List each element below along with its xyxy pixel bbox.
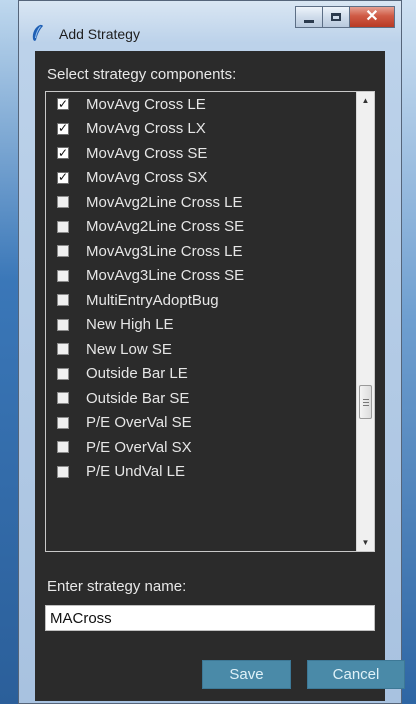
- list-item[interactable]: MovAvg3Line Cross LE: [46, 239, 358, 264]
- component-checkbox[interactable]: ✓: [57, 170, 69, 185]
- component-checkbox[interactable]: ✓: [57, 96, 69, 111]
- window-title: Add Strategy: [59, 26, 140, 42]
- components-items: ✓ MovAvg Cross LE ✓ MovAvg Cross LX ✓ MovAvg …: [46, 92, 358, 484]
- minimize-button[interactable]: [295, 6, 323, 28]
- cancel-button[interactable]: Cancel: [307, 660, 405, 689]
- list-item[interactable]: MovAvg2Line Cross SE: [46, 215, 358, 240]
- component-label: P/E OverVal SE: [86, 414, 192, 432]
- component-checkbox[interactable]: [57, 465, 69, 478]
- component-checkbox[interactable]: [57, 367, 69, 380]
- component-checkbox[interactable]: [57, 294, 69, 307]
- checkmark-icon: ✓: [57, 170, 69, 185]
- list-item[interactable]: New Low SE: [46, 337, 358, 362]
- component-checkbox[interactable]: [57, 220, 69, 233]
- list-item[interactable]: P/E UndVal LE: [46, 460, 358, 485]
- component-label: MovAvg3Line Cross SE: [86, 267, 245, 285]
- maximize-icon: [331, 13, 341, 21]
- component-label: New Low SE: [86, 340, 172, 358]
- list-item[interactable]: Outside Bar SE: [46, 386, 358, 411]
- list-item[interactable]: ✓ MovAvg Cross SX: [46, 166, 358, 191]
- component-label: MovAvg2Line Cross LE: [86, 193, 243, 211]
- close-icon: ✕: [365, 8, 379, 25]
- list-item[interactable]: ✓ MovAvg Cross SE: [46, 141, 358, 166]
- close-button[interactable]: ✕: [349, 6, 395, 28]
- scroll-down-icon[interactable]: ▼: [357, 534, 374, 551]
- grip-icon: [362, 398, 369, 406]
- component-checkbox[interactable]: [57, 269, 69, 282]
- strategy-name-label: Enter strategy name:: [47, 578, 187, 595]
- list-item[interactable]: P/E OverVal SE: [46, 411, 358, 436]
- component-label: MovAvg2Line Cross SE: [86, 218, 245, 236]
- component-checkbox[interactable]: [57, 318, 69, 331]
- component-checkbox[interactable]: [57, 416, 69, 429]
- component-label: Outside Bar SE: [86, 389, 190, 407]
- app-logo-icon: [32, 24, 43, 41]
- component-checkbox[interactable]: [57, 343, 69, 356]
- list-item[interactable]: P/E OverVal SX: [46, 435, 358, 460]
- checkmark-icon: ✓: [57, 145, 69, 160]
- component-checkbox[interactable]: [57, 196, 69, 209]
- desktop-background-right: [402, 0, 416, 704]
- component-label: MultiEntryAdoptBug: [86, 291, 219, 309]
- list-item[interactable]: ✓ MovAvg Cross LE: [46, 92, 358, 117]
- minimize-icon: [304, 19, 314, 23]
- component-label: MovAvg Cross LX: [86, 120, 206, 138]
- component-checkbox[interactable]: [57, 392, 69, 405]
- component-label: New High LE: [86, 316, 174, 334]
- scroll-up-icon[interactable]: ▲: [357, 92, 374, 109]
- list-item[interactable]: New High LE: [46, 313, 358, 338]
- list-item[interactable]: MovAvg3Line Cross SE: [46, 264, 358, 289]
- desktop-background-left: [0, 0, 18, 704]
- list-item[interactable]: ✓ MovAvg Cross LX: [46, 117, 358, 142]
- maximize-button[interactable]: [322, 6, 350, 28]
- dialog-content: Select strategy components: ✓ MovAvg Cros…: [35, 51, 405, 701]
- checkmark-icon: ✓: [57, 121, 69, 136]
- component-checkbox[interactable]: [57, 245, 69, 258]
- component-checkbox[interactable]: [57, 441, 69, 454]
- component-checkbox[interactable]: ✓: [57, 145, 69, 160]
- component-label: MovAvg Cross SE: [86, 144, 208, 162]
- component-checkbox[interactable]: ✓: [57, 121, 69, 136]
- list-item[interactable]: MultiEntryAdoptBug: [46, 288, 358, 313]
- scrollbar-thumb[interactable]: [359, 385, 372, 419]
- component-label: Outside Bar LE: [86, 365, 188, 383]
- checkmark-icon: ✓: [57, 96, 69, 111]
- component-label: P/E UndVal LE: [86, 463, 185, 481]
- list-item[interactable]: Outside Bar LE: [46, 362, 358, 387]
- strategy-name-input[interactable]: [45, 605, 375, 631]
- component-label: MovAvg Cross LE: [86, 95, 206, 113]
- vertical-scrollbar[interactable]: ▲ ▼: [356, 92, 374, 551]
- components-list[interactable]: ✓ MovAvg Cross LE ✓ MovAvg Cross LX ✓ MovAvg …: [45, 91, 375, 552]
- component-label: P/E OverVal SX: [86, 438, 192, 456]
- component-label: MovAvg3Line Cross LE: [86, 242, 243, 260]
- list-item[interactable]: MovAvg2Line Cross LE: [46, 190, 358, 215]
- components-label: Select strategy components:: [47, 66, 237, 83]
- save-button[interactable]: Save: [202, 660, 291, 689]
- caption-buttons: ✕: [295, 6, 395, 36]
- add-strategy-dialog: Add Strategy ✕ Select strategy component…: [18, 0, 405, 704]
- component-label: MovAvg Cross SX: [86, 169, 208, 187]
